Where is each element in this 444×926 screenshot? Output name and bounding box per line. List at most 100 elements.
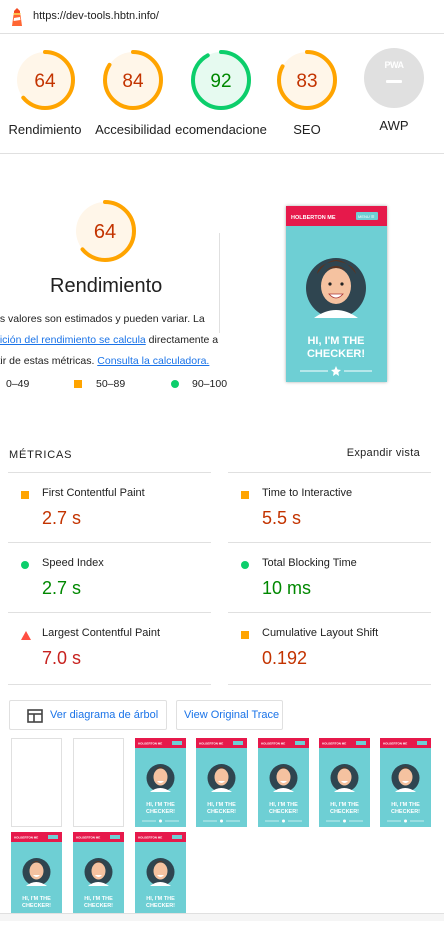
gauge-accessibility[interactable]: 84 Accesibilidad (83, 48, 183, 137)
filmstrip-frame: HOLBERTON ME HI, I'M THE CHECKER! (319, 738, 370, 827)
metric-value: 2.7 s (42, 508, 82, 528)
svg-text:HOLBERTON ME: HOLBERTON ME (383, 742, 407, 746)
performance-description: os valores son estimados y pueden variar… (0, 309, 229, 372)
treemap-button[interactable]: Ver diagrama de árbol (9, 700, 167, 730)
gauge-label: Accesibilidad (95, 122, 171, 137)
pass-circle-icon (21, 561, 29, 569)
gauge-score: 84 (122, 71, 144, 92)
svg-text:CHECKER!: CHECKER! (84, 903, 113, 909)
legend-average: 50–89 (96, 378, 126, 390)
view-trace-label: View Original Trace (184, 709, 280, 721)
performance-title: Rendimiento (50, 275, 163, 297)
filmstrip-frame: HOLBERTON ME HI, I'M THE CHECKER! (11, 832, 62, 921)
metrics-title: MÉTRICAS (9, 449, 73, 461)
legend-fail: 0–49 (6, 378, 30, 390)
average-square-icon (241, 631, 249, 639)
svg-text:CHECKER!: CHECKER! (330, 809, 359, 815)
filmstrip-frame (73, 738, 124, 827)
divider (8, 684, 211, 685)
gauge-performance[interactable]: 64 Rendimiento (0, 48, 95, 137)
filmstrip-frame: HOLBERTON ME HI, I'M THE CHECKER! (380, 738, 431, 827)
svg-text:HI, I'M THE: HI, I'M THE (307, 335, 364, 347)
pass-circle-icon (241, 561, 249, 569)
treemap-icon (27, 709, 43, 723)
svg-text:HI, I'M THE: HI, I'M THE (84, 896, 113, 902)
svg-text:HOLBERTON ME: HOLBERTON ME (322, 742, 346, 746)
svg-text:HOLBERTON ME: HOLBERTON ME (261, 742, 285, 746)
average-square-icon (74, 380, 82, 388)
svg-text:HOLBERTON ME: HOLBERTON ME (138, 836, 162, 840)
scrollbar-track[interactable] (0, 913, 444, 921)
gauge-label: Rendimiento (8, 122, 82, 137)
gauge-ring: 64 (15, 50, 75, 110)
page-url[interactable]: https://dev-tools.hbtn.info/ (33, 10, 159, 22)
metric-item: First Contentful Paint 2.7 s (8, 472, 211, 542)
gauge-ring: 84 (103, 50, 163, 110)
view-trace-button[interactable]: View Original Trace (176, 700, 283, 730)
filmstrip-frame: HOLBERTON ME HI, I'M THE CHECKER! (258, 738, 309, 827)
divider (219, 233, 220, 333)
svg-text:HOLBERTON ME: HOLBERTON ME (291, 215, 336, 221)
metric-name: Time to Interactive (262, 487, 353, 499)
svg-text:HOLBERTON ME: HOLBERTON ME (138, 742, 162, 746)
filmstrip-frame: HOLBERTON ME HI, I'M THE CHECKER! (73, 832, 124, 921)
svg-text:HOLBERTON ME: HOLBERTON ME (76, 836, 100, 840)
svg-text:CHECKER!: CHECKER! (391, 809, 420, 815)
final-screenshot: HOLBERTON ME MENU ☰ HI, I'M THE CHECKER! (286, 206, 387, 382)
metric-name: Total Blocking Time (262, 557, 357, 569)
filmstrip-frame (11, 738, 62, 827)
gauge-label: AWP (379, 118, 409, 133)
gauge-label: ecomendacione (175, 122, 267, 137)
gauge-ring: 83 (277, 50, 337, 110)
metric-value: 2.7 s (42, 578, 82, 598)
expand-view-toggle[interactable]: Expandir vista (347, 447, 420, 459)
gauge-best-practices[interactable]: 92 ecomendacione (171, 48, 271, 137)
svg-text:CHECKER!: CHECKER! (269, 809, 298, 815)
svg-text:HI, I'M THE: HI, I'M THE (146, 802, 175, 808)
svg-text:HI, I'M THE: HI, I'M THE (146, 896, 175, 902)
lighthouse-logo-icon (12, 8, 22, 26)
calc-link[interactable]: dición del rendimiento se calcula (0, 334, 146, 346)
average-square-icon (241, 491, 249, 499)
filmstrip-frame: HOLBERTON ME HI, I'M THE CHECKER! (135, 738, 186, 827)
metric-item: Total Blocking Time 10 ms (228, 542, 431, 612)
svg-text:HI, I'M THE: HI, I'M THE (207, 802, 236, 808)
treemap-button-label: Ver diagrama de árbol (50, 709, 159, 721)
calculator-link[interactable]: Consulta la calculadora. (97, 355, 209, 367)
metric-value: 0.192 (262, 648, 308, 668)
filmstrip-frame: HOLBERTON ME HI, I'M THE CHECKER! (196, 738, 247, 827)
metric-name: Speed Index (42, 557, 104, 569)
gauge-ring: 92 (191, 50, 251, 110)
svg-text:HI, I'M THE: HI, I'M THE (269, 802, 298, 808)
svg-text:HI, I'M THE: HI, I'M THE (391, 802, 420, 808)
fail-triangle-icon (21, 631, 31, 640)
performance-gauge: 64 (72, 198, 138, 269)
metric-item: Largest Contentful Paint 7.0 s (8, 612, 211, 682)
metric-name: Cumulative Layout Shift (262, 627, 379, 639)
pwa-badge-icon: PWA (364, 48, 424, 108)
metric-name: First Contentful Paint (42, 487, 145, 499)
divider (228, 684, 431, 685)
filmstrip-frame: HOLBERTON ME HI, I'M THE CHECKER! (135, 832, 186, 921)
svg-text:HOLBERTON ME: HOLBERTON ME (14, 836, 38, 840)
performance-gauge-ring: 64 (74, 200, 136, 262)
performance-section: 64 Rendimiento os valores son estimados … (0, 154, 444, 439)
metric-value: 10 ms (262, 578, 312, 598)
metric-name: Largest Contentful Paint (42, 627, 161, 639)
svg-text:HOLBERTON ME: HOLBERTON ME (199, 742, 223, 746)
gauge-seo[interactable]: 83 SEO (257, 48, 357, 137)
score-gauges: 64 Rendimiento 84 Accesibilidad 92 ecomenda… (0, 34, 444, 154)
gauge-label: SEO (293, 122, 321, 137)
svg-text:MENU ☰: MENU ☰ (358, 214, 375, 219)
average-square-icon (21, 491, 29, 499)
gauge-score: 64 (94, 221, 116, 243)
svg-text:CHECKER!: CHECKER! (307, 348, 365, 360)
gauge-score: 83 (296, 71, 317, 92)
gauge-pwa[interactable]: PWA AWP (344, 48, 444, 133)
svg-text:CHECKER!: CHECKER! (146, 809, 175, 815)
gauge-score: 64 (34, 71, 56, 92)
url-bar: https://dev-tools.hbtn.info/ (0, 0, 444, 34)
svg-text:CHECKER!: CHECKER! (146, 903, 175, 909)
pass-circle-icon (171, 380, 179, 388)
svg-text:HI, I'M THE: HI, I'M THE (22, 896, 51, 902)
